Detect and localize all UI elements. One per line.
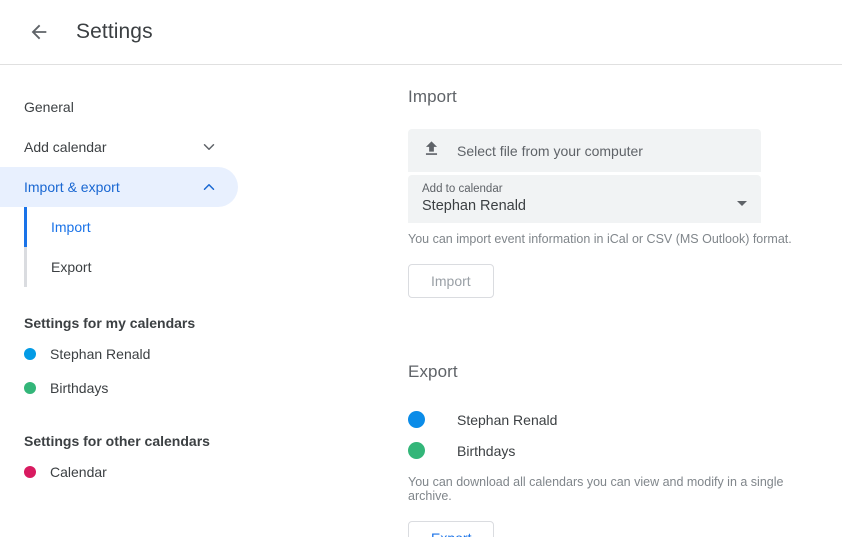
import-heading: Import: [408, 87, 818, 107]
sidebar-calendar-stephan-renald[interactable]: Stephan Renald: [0, 337, 400, 371]
calendar-color-dot: [408, 442, 425, 459]
other-calendars-heading: Settings for other calendars: [0, 433, 400, 449]
import-hint: You can import event information in iCal…: [408, 232, 818, 246]
back-button[interactable]: [24, 17, 54, 47]
calendar-color-dot: [408, 411, 425, 428]
add-to-calendar-select[interactable]: Add to calendar Stephan Renald: [408, 175, 761, 223]
import-section: Import Select file from your computer Ad…: [400, 87, 818, 298]
export-calendar-stephan-renald[interactable]: Stephan Renald: [400, 404, 818, 435]
active-indicator-bar: [24, 207, 27, 247]
export-heading: Export: [408, 362, 818, 382]
calendar-label: Stephan Renald: [457, 412, 557, 428]
calendar-label: Calendar: [50, 464, 107, 480]
sidebar-calendar-birthdays[interactable]: Birthdays: [0, 371, 400, 405]
sidebar-calendar-calendar[interactable]: Calendar: [0, 455, 400, 489]
app-header: Settings: [0, 0, 842, 65]
chevron-up-icon: [200, 178, 218, 196]
file-picker-label: Select file from your computer: [457, 143, 643, 159]
select-floating-label: Add to calendar: [422, 182, 526, 197]
export-button[interactable]: Export: [408, 521, 494, 537]
calendar-color-dot: [24, 466, 36, 478]
sidebar-subitem-import[interactable]: Import: [24, 207, 400, 247]
arrow-left-icon: [28, 21, 50, 43]
calendar-label: Birthdays: [50, 380, 108, 396]
calendar-color-dot: [24, 382, 36, 394]
sidebar-item-general[interactable]: General: [0, 87, 238, 127]
page-title: Settings: [76, 20, 153, 44]
calendar-color-dot: [24, 348, 36, 360]
calendar-label: Stephan Renald: [50, 346, 150, 362]
chevron-down-icon: [200, 138, 218, 156]
my-calendars-heading: Settings for my calendars: [0, 315, 400, 331]
export-section: Export Stephan Renald Birthdays You can …: [400, 362, 818, 537]
upload-icon: [422, 139, 441, 163]
settings-sidebar: General Add calendar Import & export Imp…: [0, 65, 400, 537]
page-body: General Add calendar Import & export Imp…: [0, 65, 842, 537]
sidebar-item-add-calendar[interactable]: Add calendar: [0, 127, 238, 167]
export-calendar-birthdays[interactable]: Birthdays: [400, 435, 818, 466]
settings-content: Import Select file from your computer Ad…: [400, 65, 842, 537]
sidebar-item-label: General: [24, 100, 74, 114]
inactive-indicator-bar: [24, 247, 27, 287]
sidebar-item-import-export[interactable]: Import & export: [0, 167, 238, 207]
sidebar-subitem-label: Import: [51, 219, 91, 235]
sidebar-item-label: Add calendar: [24, 140, 107, 154]
import-button[interactable]: Import: [408, 264, 494, 298]
calendar-label: Birthdays: [457, 443, 515, 459]
dropdown-arrow-icon: [737, 201, 747, 206]
select-value: Stephan Renald: [422, 197, 526, 216]
export-hint: You can download all calendars you can v…: [408, 475, 818, 503]
sidebar-subitems: Import Export: [0, 207, 400, 287]
sidebar-subitem-label: Export: [51, 259, 91, 275]
sidebar-item-label: Import & export: [24, 180, 120, 194]
file-picker[interactable]: Select file from your computer: [408, 129, 761, 172]
sidebar-subitem-export[interactable]: Export: [24, 247, 400, 287]
